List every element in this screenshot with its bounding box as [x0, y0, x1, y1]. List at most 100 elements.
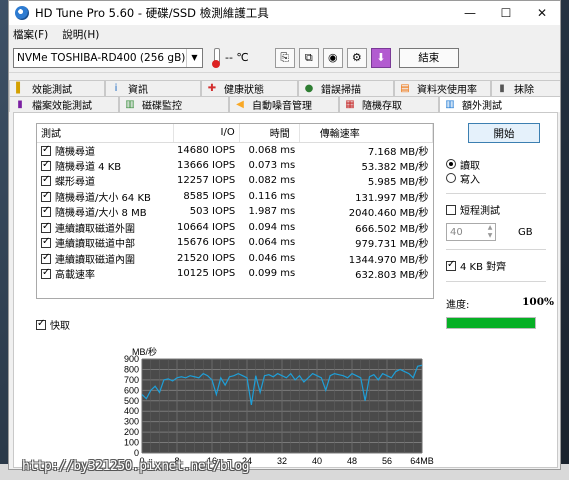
copy-image-icon[interactable]: ⧉ — [298, 47, 319, 68]
tab-magnifier[interactable]: ● 錯誤掃描 — [298, 80, 394, 96]
short-test-option[interactable]: 短程測試 — [446, 202, 554, 217]
table-row[interactable]: 蝶形尋道 12257 IOPS 0.082 ms 5.985 MB/秒 — [37, 173, 433, 189]
minimize-button[interactable]: — — [452, 1, 488, 25]
tab-folder[interactable]: ▤ 資料夾使用率 — [394, 80, 491, 96]
test-checkbox[interactable] — [41, 221, 51, 233]
read-radio[interactable] — [446, 159, 456, 169]
align-4kb-checkbox[interactable] — [446, 259, 456, 271]
test-checkbox[interactable] — [41, 205, 51, 218]
tab-gauge[interactable]: ▌ 效能測試 — [9, 80, 105, 96]
speaker-icon: ◀ — [236, 99, 244, 110]
write-option[interactable]: 寫入 — [446, 171, 554, 186]
test-checkbox[interactable] — [41, 236, 51, 249]
test-time-cell: 0.094 ms — [248, 221, 296, 233]
y-tick-label: 500 — [124, 396, 139, 406]
test-name: 高載速率 — [55, 270, 95, 282]
test-name-cell: 連續讀取磁道內圍 — [37, 251, 173, 267]
tab-file-benchmark[interactable]: ▮ 檔案效能測試 — [9, 96, 119, 112]
table-row[interactable]: 連續讀取磁道中部 15676 IOPS 0.064 ms 979.731 MB/秒 — [37, 235, 433, 251]
save-download-icon[interactable]: ⬇ — [370, 47, 391, 68]
test-io-cell: 8585 IOPS — [183, 190, 236, 202]
monitor-icon: ▥ — [125, 99, 135, 110]
read-option[interactable]: 讀取 — [446, 157, 554, 172]
progress-value: 100% — [522, 296, 554, 308]
table-row[interactable]: 連續讀取磁道內圍 21520 IOPS 0.046 ms 1344.970 MB/秒 — [37, 251, 433, 267]
read-label: 讀取 — [460, 160, 480, 172]
test-time-cell: 0.046 ms — [248, 252, 296, 264]
test-rate-cell: 7.168 MB/秒 — [367, 146, 429, 158]
test-io-cell: 503 IOPS — [189, 206, 236, 218]
menu-file[interactable]: 檔案(F) — [13, 27, 48, 42]
tab-monitor[interactable]: ▥ 磁碟監控 — [119, 96, 229, 112]
test-checkbox[interactable] — [41, 190, 51, 202]
spinner-arrows-icon[interactable]: ▲ ▼ — [485, 224, 495, 240]
test-io-cell: 21520 IOPS — [177, 252, 236, 264]
test-name: 隨機尋道 — [55, 146, 95, 158]
start-button[interactable]: 開始 — [468, 123, 540, 143]
title-bar: HD Tune Pro 5.60 - 硬碟/SSD 檢測維護工具 — ☐ ✕ — [9, 1, 560, 25]
tab-label: 健康狀態 — [224, 85, 264, 96]
divider — [446, 193, 546, 194]
short-test-checkbox[interactable] — [446, 204, 456, 215]
tab-label: 錯誤掃描 — [321, 85, 361, 96]
drive-select[interactable]: NVMe TOSHIBA-RD400 (256 gB) ▼ — [13, 47, 203, 68]
test-checkbox[interactable] — [41, 174, 51, 187]
test-checkbox[interactable] — [41, 252, 51, 264]
control-column: 開始 讀取 寫入 短程測試 40 ▲ ▼ GB ✓ 4 KB 對齊 進度: 10… — [442, 123, 554, 329]
table-row[interactable]: 隨機尋道/大小 8 MB 503 IOPS 1.987 ms 2040.460 MB/… — [37, 204, 433, 220]
tab-info[interactable]: i 資訊 — [105, 80, 201, 96]
align-4kb-option[interactable]: 4 KB 對齊 — [446, 258, 554, 273]
table-row[interactable]: 連續讀取磁道外圍 10664 IOPS 0.094 ms 666.502 MB/秒 — [37, 220, 433, 236]
test-time-cell: 0.068 ms — [248, 144, 296, 156]
write-radio[interactable] — [446, 173, 456, 183]
table-row[interactable]: 隨機尋道 4 KB 13666 IOPS 0.073 ms 53.382 MB/秒 — [37, 158, 433, 174]
copy-text-icon[interactable]: ⎘ — [274, 47, 295, 68]
cache-option[interactable]: 快取 — [36, 317, 70, 332]
menu-help[interactable]: 說明(H) — [62, 27, 99, 42]
x-tick-label: 64MB — [410, 456, 434, 466]
col-io: I/O — [173, 124, 240, 143]
exit-button[interactable]: 結束 — [398, 47, 459, 68]
table-row[interactable]: 隨機尋道 14680 IOPS 0.068 ms 7.168 MB/秒 — [37, 142, 433, 158]
test-rate-cell: 1344.970 MB/秒 — [348, 254, 429, 266]
test-checkbox[interactable] — [41, 144, 51, 156]
test-rate-cell: 2040.460 MB/秒 — [348, 208, 429, 220]
app-icon — [15, 6, 29, 20]
tab-extra-tests[interactable]: ▥ 額外測試 — [439, 96, 560, 112]
maximize-button[interactable]: ☐ — [488, 1, 524, 25]
blog-watermark: http://by321250.pixnet.net/blog — [22, 459, 250, 474]
test-name-cell: 連續讀取磁道外圍 — [37, 220, 173, 236]
test-name: 蝶形尋道 — [55, 177, 95, 189]
test-rate-cell: 53.382 MB/秒 — [361, 161, 429, 173]
test-checkbox[interactable] — [41, 267, 51, 280]
test-name-cell: 隨機尋道 — [37, 142, 173, 158]
y-tick-label: 800 — [124, 364, 139, 374]
close-button[interactable]: ✕ — [524, 1, 560, 25]
test-name: 隨機尋道/大小 64 KB — [55, 192, 151, 204]
tab-random-access[interactable]: ▦ 隨機存取 — [339, 96, 439, 112]
table-row[interactable]: 隨機尋道/大小 64 KB 8585 IOPS 0.116 ms 131.997 MB… — [37, 189, 433, 205]
tab-row-bottom: ▮ 檔案效能測試 ▥ 磁碟監控 ◀ 自動噪音管理 ▦ 隨機存取 ▥ 額外測試 — [9, 96, 560, 112]
tab-row-top: ▌ 效能測試 i 資訊 ✚ 健康狀態 ● 錯誤掃描 ▤ 資料夾使用率 ▮ 抹除 — [9, 80, 560, 96]
test-name-cell: 隨機尋道/大小 64 KB — [37, 189, 173, 205]
options-icon[interactable]: ⚙ — [346, 47, 367, 68]
tab-health[interactable]: ✚ 健康狀態 — [201, 80, 298, 96]
tab-speaker[interactable]: ◀ 自動噪音管理 — [229, 96, 339, 112]
y-tick-label: 200 — [124, 427, 139, 437]
camera-icon[interactable]: ◉ — [322, 47, 343, 68]
tab-label: 磁碟監控 — [142, 101, 182, 112]
tab-label: 資料夾使用率 — [417, 85, 477, 96]
cache-checkbox[interactable] — [36, 318, 46, 330]
table-row[interactable]: 高載速率 10125 IOPS 0.099 ms 632.803 MB/秒 — [37, 266, 433, 282]
short-test-size-value: 40 — [450, 226, 463, 238]
test-rate-cell: 979.731 MB/秒 — [355, 239, 429, 251]
short-test-size-input[interactable]: 40 ▲ ▼ — [446, 223, 496, 241]
tab-eraser[interactable]: ▮ 抹除 — [491, 80, 560, 96]
test-io-cell: 15676 IOPS — [177, 237, 236, 249]
test-checkbox[interactable] — [41, 159, 51, 171]
test-rate-cell: 5.985 MB/秒 — [367, 177, 429, 189]
test-name: 連續讀取磁道內圍 — [55, 254, 135, 266]
chevron-down-icon: ▼ — [186, 48, 202, 67]
tab-label: 效能測試 — [32, 85, 72, 96]
test-name-cell: 隨機尋道/大小 8 MB — [37, 204, 173, 220]
